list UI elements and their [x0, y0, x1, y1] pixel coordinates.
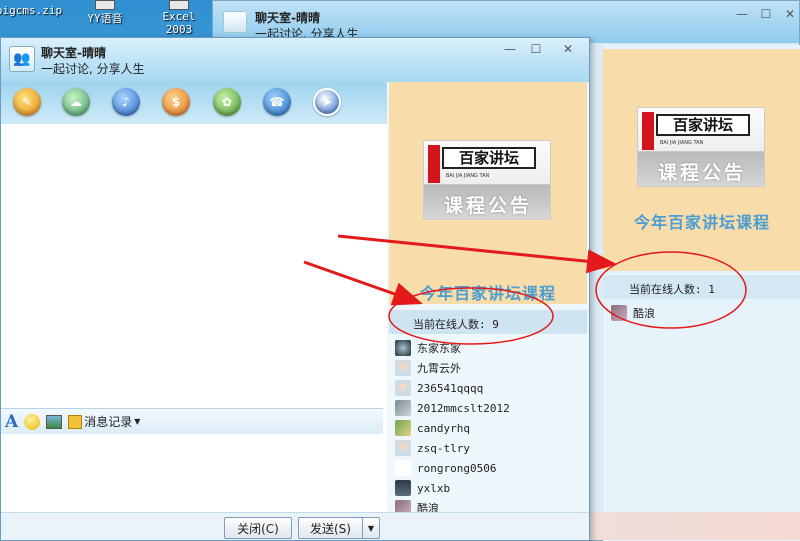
- highlight-ellipse: [595, 251, 747, 329]
- annotation-overlay: [303, 234, 747, 345]
- highlight-ellipse: [388, 287, 554, 345]
- annotation-arrow: [337, 234, 617, 274]
- annotation-arrow: [303, 260, 423, 306]
